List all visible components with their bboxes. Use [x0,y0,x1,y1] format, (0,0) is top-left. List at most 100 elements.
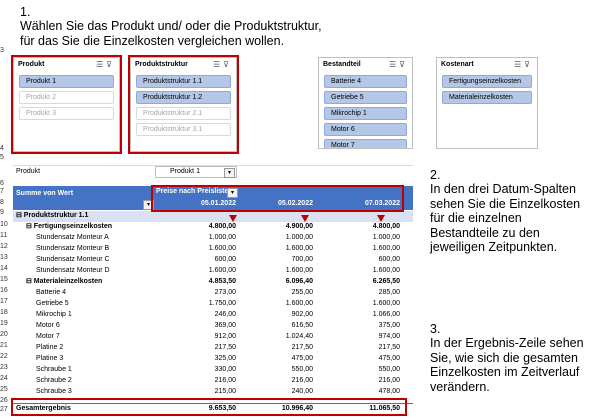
arrow-icon [229,215,237,222]
pivot-value-cell: 1.600,00 [372,245,400,252]
pivot-value-cell: 600,00 [378,256,400,263]
slicer-kostenart-item[interactable]: Materialeinzelkosten [442,91,532,104]
row-number: 20 [0,331,8,338]
pivot-value-cell: 215,00 [214,388,236,395]
slicer-kostenart-icons[interactable]: ☰⊽ [514,60,533,69]
highlight-box-dates [151,185,404,212]
pivot-value-cell: 616,50 [291,322,313,329]
filter-icon[interactable]: ▾ [224,168,235,178]
step-3-text-line: In der Ergebnis-Zeile sehen [430,336,584,350]
pivot-row-label[interactable]: ⊟ Materialeinzelkosten [26,277,102,287]
clear-filter-icon[interactable]: ⊽ [524,60,533,69]
pivot-value-cell: 273,00 [214,289,236,296]
row-number: 11 [0,232,8,239]
pivot-value-cell: 1.600,00 [285,300,313,307]
step-1-text-line1: Wählen Sie das Produkt und/ oder die Pro… [20,19,322,33]
row-number: 19 [0,320,8,327]
pivot-value-cell: 475,00 [291,355,313,362]
step-1-number: 1. [20,5,31,19]
pivot-value-cell: 475,00 [378,355,400,362]
pivot-value-cell: 902,00 [291,311,313,318]
step-1-text-line2: für das Sie die Einzelkosten vergleichen… [20,34,285,48]
pivot-value-cell: 1.000,00 [285,234,313,241]
pivot-value-cell: 216,00 [214,377,236,384]
row-number: 9 [0,209,4,216]
pivot-row-label[interactable]: ⊟ Fertigungseinzelkosten [26,222,112,232]
row-number: 7 [0,188,4,195]
row-number: 27 [0,406,8,413]
pivot-row-label[interactable]: ⊟ Produktstruktur 1.1 [16,211,88,221]
slicer-bestandteil[interactable]: Bestandteil ☰⊽ Batterie 4 Getriebe 5 Mikro… [318,57,413,149]
pivot-value-cell: 330,00 [214,366,236,373]
pivot-value-cell: 1.600,00 [208,267,236,274]
pivot-value-cell: 216,00 [378,377,400,384]
row-number: 15 [0,276,8,283]
row-number: 13 [0,254,8,261]
pivot-value-cell: 216,00 [291,377,313,384]
pivot-value-cell: 375,00 [378,322,400,329]
slicer-bestandteil-item[interactable]: Motor 6 [324,123,407,136]
pivot-value-cell: 285,00 [378,289,400,296]
step-3-text: In der Ergebnis-Zeile sehen Sie, wie sich… [430,336,584,394]
row-number: 8 [0,199,4,206]
slicer-kostenart[interactable]: Kostenart ☰⊽ Fertigungseinzelkosten Mater… [436,57,538,149]
step-3-number: 3. [430,322,441,336]
pivot-filter-dropdown[interactable]: Produkt 1 ▾ [155,166,237,178]
pivot-row-label: Motor 6 [36,322,60,329]
pivot-value-cell: 1.750,00 [208,300,236,307]
pivot-row-label: Platine 2 [36,344,64,351]
pivot-value-cell: 1.600,00 [372,267,400,274]
highlight-box-produkt [11,55,122,154]
pivot-value-cell: 369,00 [214,322,236,329]
pivot-value-cell: 246,00 [214,311,236,318]
pivot-row-label: Schraube 3 [36,388,72,395]
slicer-kostenart-item[interactable]: Fertigungseinzelkosten [442,75,532,88]
step-2-text: In den drei Datum-Spalten sehen Sie die E… [430,182,580,255]
pivot-value-cell: 325,00 [214,355,236,362]
pivot-value-cell: 550,00 [291,366,313,373]
slicer-bestandteil-item[interactable]: Motor 7 [324,139,407,148]
pivot-value-cell: 1.000,00 [372,234,400,241]
pivot-row-label: Stundensatz Monteur B [36,245,110,252]
pivot-filter-label: Produkt [16,168,41,175]
row-number: 24 [0,375,8,382]
row-number: 16 [0,287,8,294]
pivot-value-cell: 912,00 [214,333,236,340]
row-number: 4 [0,145,4,152]
row-number: 3 [0,47,4,54]
row-number: 12 [0,243,8,250]
row-number: 5 [0,154,4,161]
pivot-row-label: Mikrochip 1 [36,311,72,318]
pivot-row-label: Motor 7 [36,333,60,340]
row-number: 14 [0,265,8,272]
row-number: 22 [0,353,8,360]
step-2-text-line: sehen Sie die Einzelkosten [430,196,581,211]
values-header: Summe von Wert [16,190,74,197]
row-number: 6 [0,180,4,187]
step-2-text-line: Bestandteile zu den [430,225,540,240]
pivot-value-cell: 1.600,00 [208,245,236,252]
multi-select-icon[interactable]: ☰ [514,60,524,69]
pivot-filter-value: Produkt 1 [170,168,200,175]
pivot-row-label: Stundensatz Monteur D [36,267,110,274]
highlight-box-produktstruktur [128,55,239,154]
pivot-value-cell: 217,50 [291,344,313,351]
pivot-value-cell: 600,00 [214,256,236,263]
pivot-value-cell: 478,00 [378,388,400,395]
slicer-bestandteil-item[interactable]: Mikrochip 1 [324,107,407,120]
row-number: 23 [0,364,8,371]
pivot-value-cell: 550,00 [378,366,400,373]
step-3-text-line: Einzelkosten im Zeitverlauf [430,365,580,379]
pivot-value-cell: 1.600,00 [372,300,400,307]
arrow-icon [377,215,385,222]
row-number: 25 [0,386,8,393]
slicer-bestandteil-item[interactable]: Getriebe 5 [324,91,407,104]
pivot-value-cell: 1.600,00 [285,245,313,252]
row-number: 17 [0,298,8,305]
step-2-text-line: für die einzelnen [430,211,522,225]
arrow-icon [301,215,309,222]
row-number: 10 [0,221,8,228]
pivot-value-cell: 1.000,00 [208,234,236,241]
pivot-value-cell: 1.024,40 [285,333,313,340]
slicer-bestandteil-item[interactable]: Batterie 4 [324,75,407,88]
